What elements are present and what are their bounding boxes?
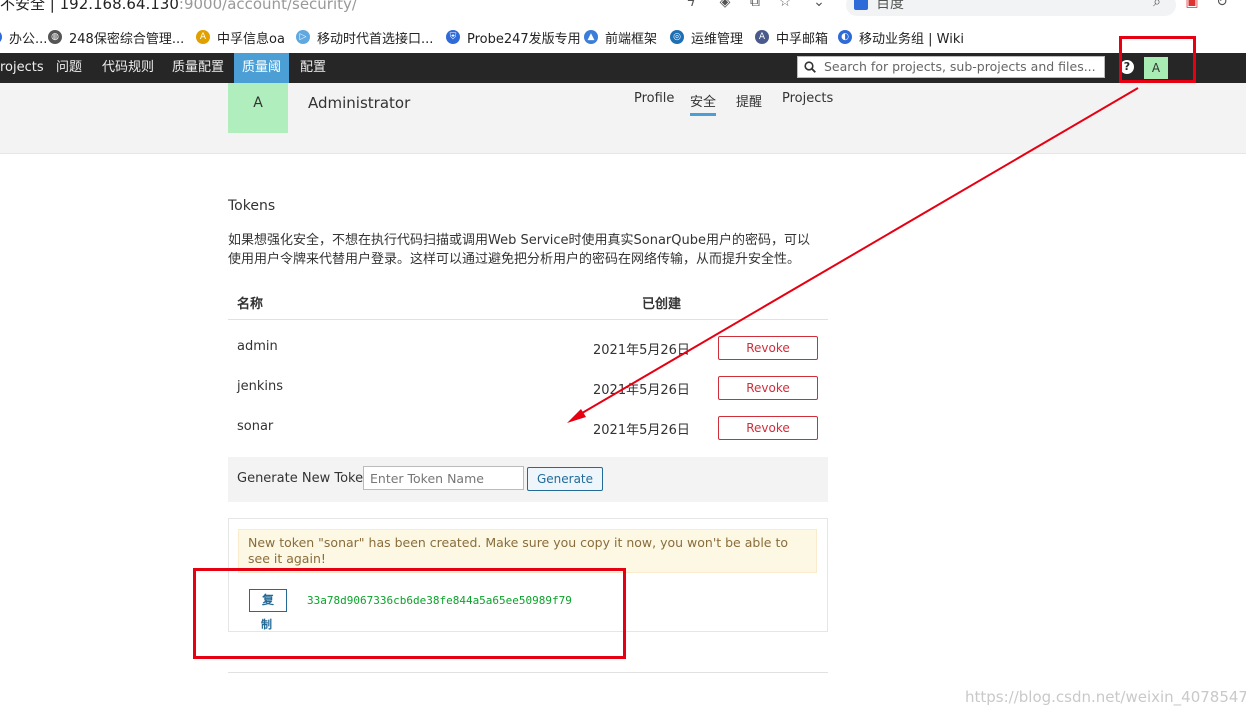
watermark-text: https://blog.csdn.net/weixin_40785472 — [965, 688, 1246, 706]
annotation-arrow — [567, 87, 1139, 423]
